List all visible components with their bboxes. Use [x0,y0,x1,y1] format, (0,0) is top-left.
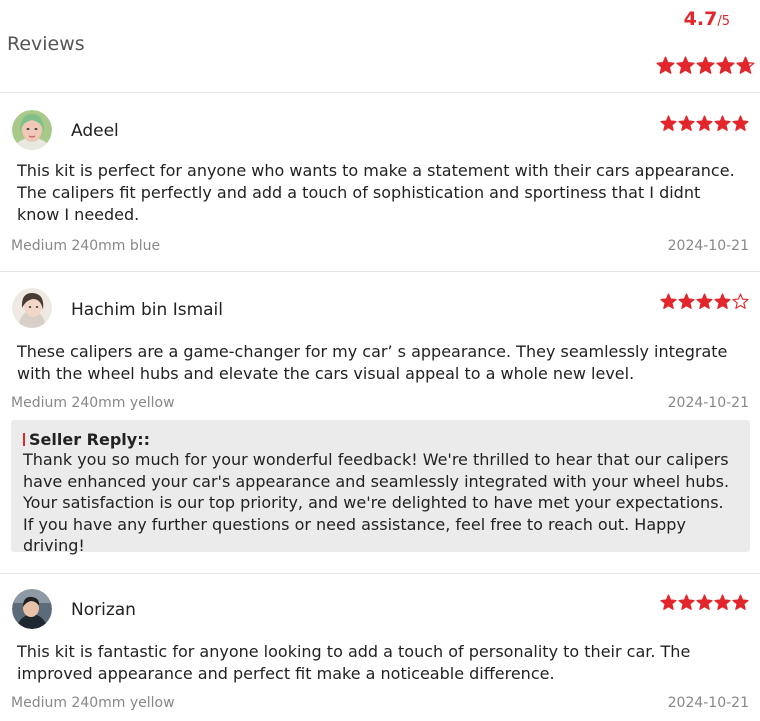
reviews-header: Reviews 4.7/5 [0,0,760,93]
avatar [12,288,52,328]
seller-reply-text: Thank you so much for your wonderful fee… [23,450,730,555]
star-filled-icon [714,594,731,611]
review-item: Hachim bin Ismail These calipers are a g… [0,273,760,574]
star-filled-icon [714,115,731,132]
review-rating-stars [660,115,749,132]
star-half-icon [736,56,755,75]
page-title: Reviews [7,33,85,55]
reply-marker [23,433,25,446]
review-text: This kit is perfect for anyone who wants… [17,161,735,224]
reviewer-name: Adeel [71,121,119,141]
star-filled-icon [678,115,695,132]
review-date: 2024-10-21 [667,695,749,711]
star-filled-icon [676,56,695,75]
star-empty-icon [732,293,749,310]
review-rating-stars [660,594,749,611]
avatar [12,110,52,150]
star-filled-icon [678,594,695,611]
review-item: Adeel This kit is perfect for anyone who… [0,94,760,272]
avatar [12,589,52,629]
star-filled-icon [696,293,713,310]
star-filled-icon [660,293,677,310]
rating-max: /5 [717,14,730,29]
average-rating-stars [656,56,755,75]
star-filled-icon [660,594,677,611]
star-filled-icon [732,594,749,611]
review-variant: Medium 240mm yellow [11,395,175,411]
review-date: 2024-10-21 [667,238,749,254]
rating-summary: 4.7/5 [684,8,730,30]
star-filled-icon [716,56,735,75]
review-variant: Medium 240mm blue [11,238,161,254]
star-filled-icon [696,115,713,132]
star-filled-icon [678,293,695,310]
star-filled-icon [732,115,749,132]
review-variant: Medium 240mm yellow [11,695,175,711]
star-filled-icon [696,594,713,611]
review-item: Norizan This kit is fantastic for anyone… [0,575,760,721]
reviewer-name: Hachim bin Ismail [71,300,223,320]
star-filled-icon [660,115,677,132]
review-text: This kit is fantastic for anyone looking… [17,642,691,683]
review-rating-stars [660,293,749,310]
review-date: 2024-10-21 [667,395,749,411]
average-rating: 4.7 [683,8,718,30]
seller-reply: Seller Reply:: Thank you so much for you… [11,420,750,555]
review-text: These calipers are a game-changer for my… [17,342,728,383]
reviewer-name: Norizan [71,600,136,620]
star-filled-icon [696,56,715,75]
star-filled-icon [714,293,731,310]
seller-reply-label: Seller Reply:: [29,430,150,449]
star-filled-icon [656,56,675,75]
seller-reply-title: Seller Reply:: [23,430,738,449]
